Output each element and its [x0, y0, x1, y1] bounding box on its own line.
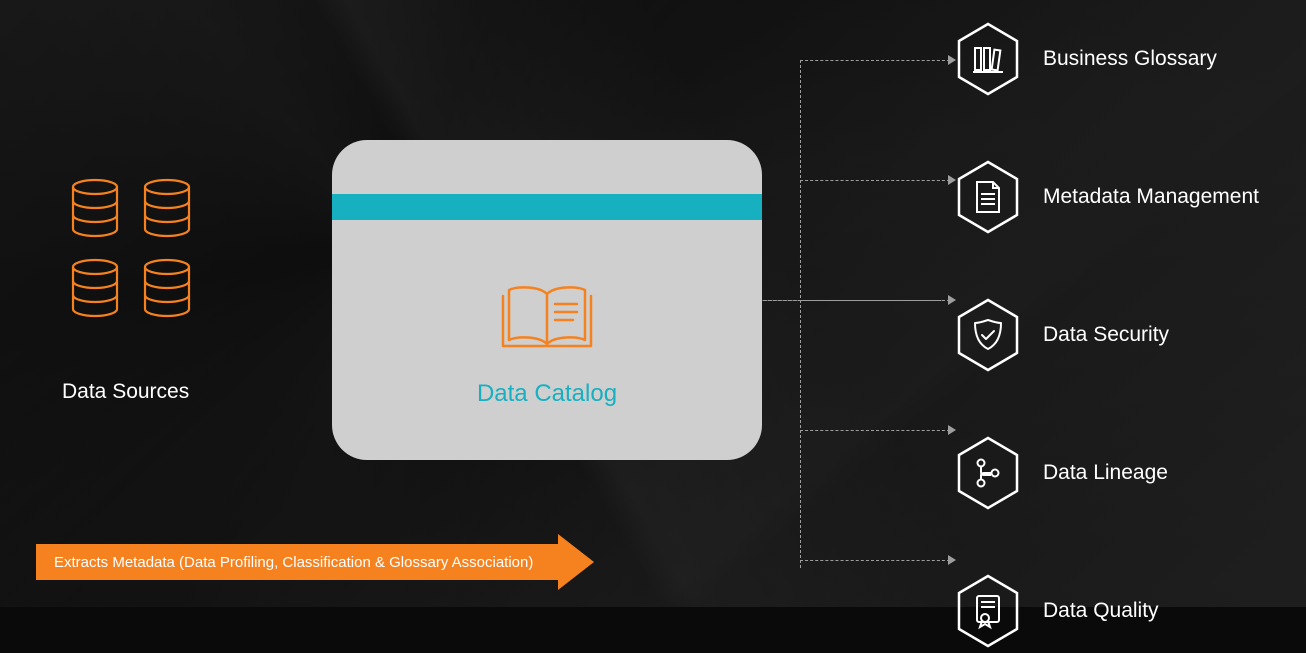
connector-line [800, 180, 950, 181]
feature-data-quality: Data Quality [955, 574, 1259, 648]
connector-line [800, 430, 950, 431]
data-catalog-label: Data Catalog [332, 380, 762, 408]
database-icon [142, 258, 192, 322]
shield-icon [955, 298, 1021, 372]
arrow-head-icon [558, 534, 594, 590]
arrow-text: Extracts Metadata (Data Profiling, Class… [54, 554, 533, 571]
connector-vertical [800, 60, 801, 568]
data-sources-block [70, 178, 192, 322]
data-catalog-card: Data Catalog [332, 140, 762, 460]
feature-business-glossary: Business Glossary [955, 22, 1259, 96]
database-icon [70, 178, 120, 242]
document-icon [955, 160, 1021, 234]
features-column: Business Glossary Metadata Management Da… [955, 22, 1259, 648]
database-icon [70, 258, 120, 322]
data-sources-label: Data Sources [62, 380, 189, 404]
library-icon [955, 22, 1021, 96]
connector-line [800, 560, 950, 561]
connector-line [800, 300, 950, 301]
feature-data-lineage: Data Lineage [955, 436, 1259, 510]
feature-data-security: Data Security [955, 298, 1259, 372]
book-icon [499, 278, 595, 361]
feature-metadata-management: Metadata Management [955, 160, 1259, 234]
catalog-accent-bar [332, 194, 762, 220]
connector-line [800, 60, 950, 61]
db-icon-grid [70, 178, 192, 322]
diagram-container: Data Sources Data Catalog Business Gloss… [0, 0, 1306, 607]
extract-metadata-arrow: Extracts Metadata (Data Profiling, Class… [36, 544, 560, 580]
feature-label: Metadata Management [1043, 185, 1259, 209]
database-icon [142, 178, 192, 242]
lineage-icon [955, 436, 1021, 510]
feature-label: Data Security [1043, 323, 1169, 347]
feature-label: Data Lineage [1043, 461, 1168, 485]
certificate-icon [955, 574, 1021, 648]
feature-label: Business Glossary [1043, 47, 1217, 71]
feature-label: Data Quality [1043, 599, 1159, 623]
